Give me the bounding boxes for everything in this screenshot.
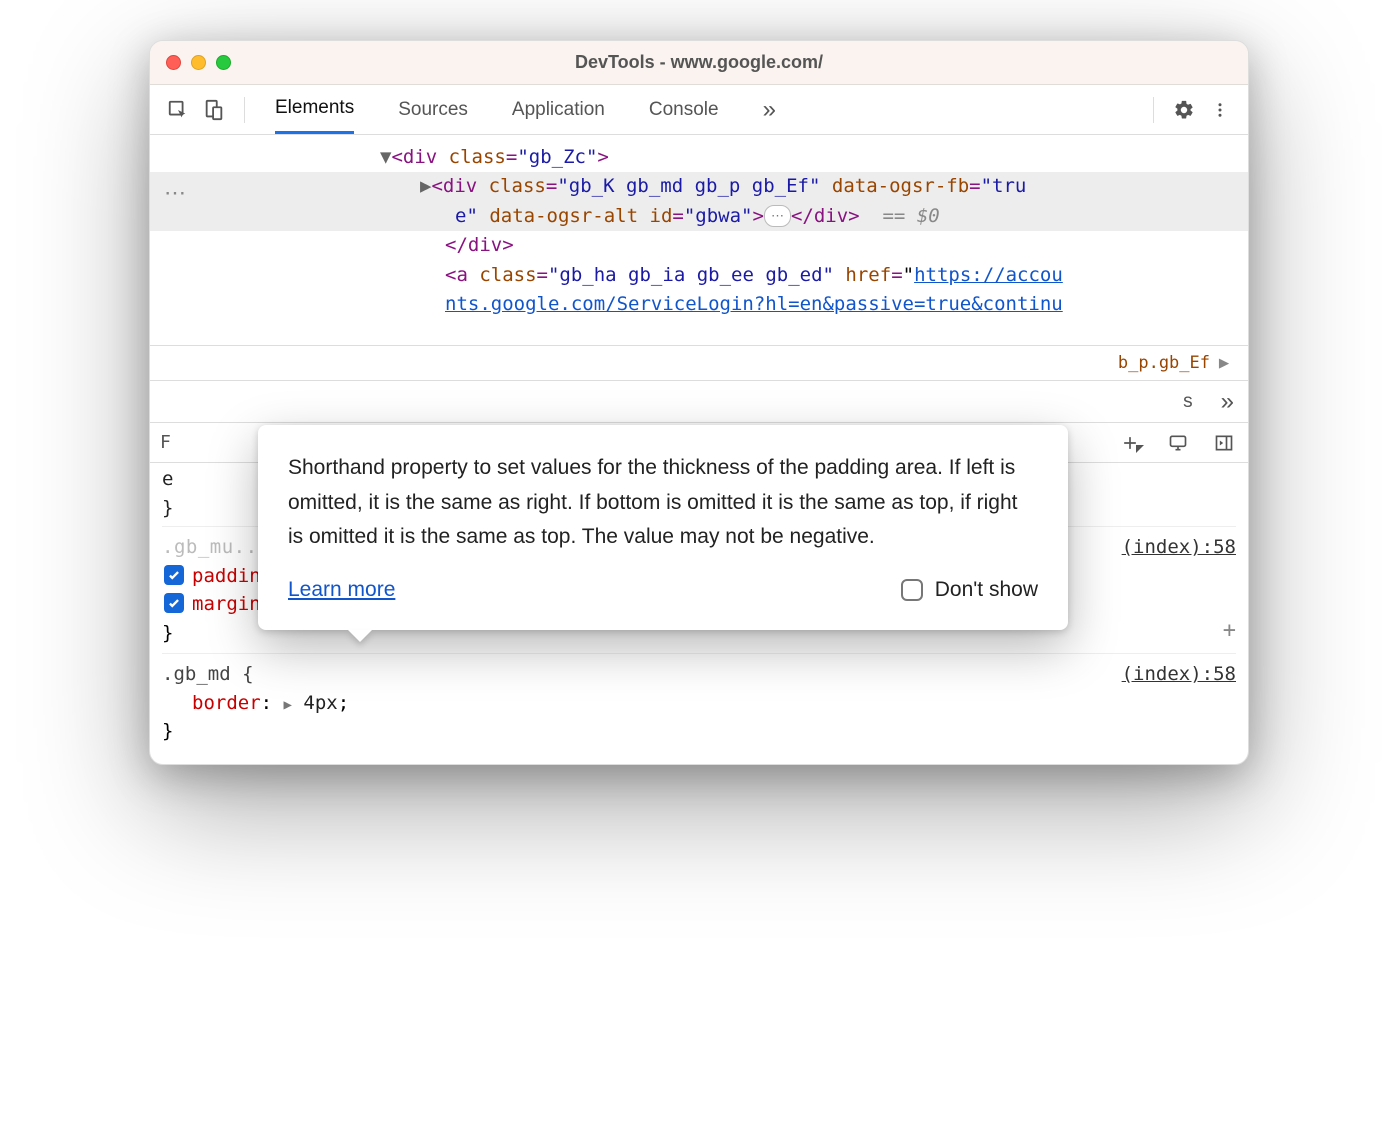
new-style-rule-icon[interactable]	[1118, 429, 1146, 457]
style-property[interactable]: border: ▶ 4px;	[162, 689, 1236, 718]
style-rule[interactable]: (index):58 .gb_md { border: ▶ 4px; }	[162, 653, 1236, 746]
breadcrumb-scroll-right-icon[interactable]: ▶	[1210, 353, 1238, 373]
dom-node[interactable]: </div>	[150, 231, 1248, 260]
main-tabs: Elements Sources Application Console »	[257, 84, 776, 136]
tab-sources[interactable]: Sources	[398, 87, 468, 133]
zoom-window-button[interactable]	[216, 55, 231, 70]
styles-subtabs: s »	[150, 381, 1248, 423]
tab-console[interactable]: Console	[649, 87, 719, 133]
expand-node-icon[interactable]: ⋯	[764, 205, 791, 227]
property-enabled-checkbox[interactable]	[164, 593, 184, 613]
inspect-icon[interactable]	[160, 92, 196, 128]
separator	[244, 97, 245, 123]
devtools-window: DevTools - www.google.com/ Elements Sour…	[149, 40, 1249, 765]
tooltip-learn-more-link[interactable]: Learn more	[288, 573, 395, 608]
main-toolbar: Elements Sources Application Console »	[150, 85, 1248, 135]
add-property-icon[interactable]: +	[1223, 614, 1236, 647]
window-title: DevTools - www.google.com/	[150, 52, 1248, 73]
dom-tree[interactable]: ▼<div class="gb_Zc"> ▶<div class="gb_K g…	[150, 135, 1248, 345]
minimize-window-button[interactable]	[191, 55, 206, 70]
kebab-menu-icon[interactable]	[1202, 92, 1238, 128]
style-source-link[interactable]: (index):58	[1122, 660, 1236, 689]
toggle-sidebar-icon[interactable]	[1210, 429, 1238, 457]
dom-node[interactable]: <a class="gb_ha gb_ia gb_ee gb_ed" href=…	[150, 261, 1248, 290]
style-source-link[interactable]: (index):58	[1122, 533, 1236, 562]
window-controls	[166, 55, 231, 70]
settings-icon[interactable]	[1166, 92, 1202, 128]
tooltip-dont-show-toggle[interactable]: Don't show	[901, 573, 1038, 608]
styles-filter-fragment[interactable]: F	[160, 432, 171, 453]
secondary-tab-fragment[interactable]: s	[1183, 391, 1193, 413]
dom-node[interactable]: ▼<div class="gb_Zc">	[150, 143, 1248, 172]
rule-close-brace: }	[162, 717, 1236, 746]
close-window-button[interactable]	[166, 55, 181, 70]
css-property-tooltip: Shorthand property to set values for the…	[258, 425, 1068, 630]
dont-show-label: Don't show	[935, 573, 1038, 608]
dom-node-continued[interactable]: nts.google.com/ServiceLogin?hl=en&passiv…	[150, 290, 1248, 319]
expand-shorthand-icon[interactable]: ▶	[284, 697, 292, 713]
tabs-overflow[interactable]: »	[763, 84, 776, 136]
style-selector[interactable]: .gb_md {	[162, 660, 1236, 689]
breadcrumb-tail[interactable]: b_p.gb_Ef	[1118, 353, 1210, 373]
titlebar: DevTools - www.google.com/	[150, 41, 1248, 85]
tab-application[interactable]: Application	[512, 87, 605, 133]
separator	[1153, 97, 1154, 123]
dom-node-selected[interactable]: ▶<div class="gb_K gb_md gb_p gb_Ef" data…	[150, 172, 1248, 231]
tab-elements[interactable]: Elements	[275, 85, 354, 134]
device-toggle-icon[interactable]	[196, 92, 232, 128]
breadcrumb-bar[interactable]: b_p.gb_Ef ▶	[150, 345, 1248, 381]
tooltip-description: Shorthand property to set values for the…	[288, 451, 1038, 555]
rendering-options-icon[interactable]	[1164, 429, 1192, 457]
dont-show-checkbox[interactable]	[901, 579, 923, 601]
secondary-tabs-overflow[interactable]: »	[1221, 388, 1234, 416]
property-enabled-checkbox[interactable]	[164, 565, 184, 585]
